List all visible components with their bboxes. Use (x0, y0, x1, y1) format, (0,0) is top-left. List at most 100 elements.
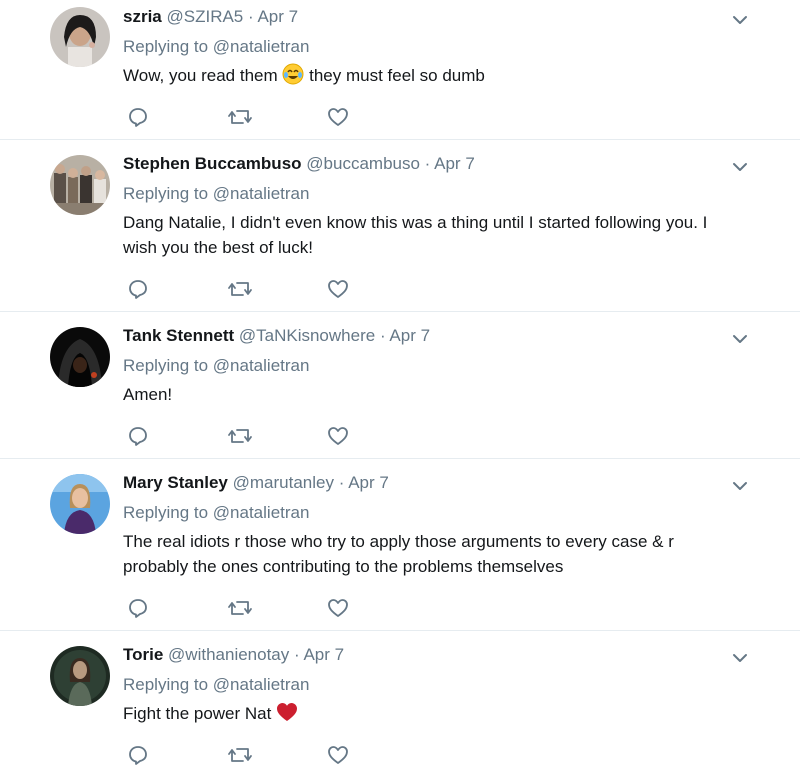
reply-icon (129, 280, 147, 299)
avatar[interactable] (50, 474, 110, 534)
replying-to-label: Replying to (123, 356, 209, 375)
avatar[interactable] (50, 7, 110, 67)
tweet[interactable]: Mary Stanley @marutanley · Apr 7 Replyin… (0, 459, 800, 631)
reply-icon (129, 599, 147, 618)
reply-icon (129, 108, 147, 127)
reply-button[interactable] (127, 744, 227, 766)
separator-dot: · (294, 645, 300, 664)
replying-to-label: Replying to (123, 503, 209, 522)
like-button[interactable] (327, 425, 427, 447)
replying-to: Replying to @natalietran (123, 503, 740, 523)
tweet-header: Torie @withanienotay · Apr 7 (123, 645, 740, 665)
retweet-button[interactable] (227, 278, 327, 300)
tweet-actions (127, 106, 427, 128)
avatar[interactable] (50, 327, 110, 387)
display-name[interactable]: szria (123, 7, 162, 26)
replying-to-label: Replying to (123, 37, 209, 56)
mention-link[interactable]: @natalietran (213, 37, 310, 56)
tweet-text: Amen! (123, 385, 173, 404)
retweet-icon (228, 429, 252, 443)
reply-button[interactable] (127, 597, 227, 619)
tweet-actions (127, 425, 427, 447)
display-name[interactable]: Mary Stanley (123, 473, 228, 492)
replying-to: Replying to @natalietran (123, 184, 740, 204)
retweet-button[interactable] (227, 744, 327, 766)
like-button[interactable] (327, 744, 427, 766)
tweet-text: Wow, you read them they must feel so dum… (123, 63, 740, 92)
display-name[interactable]: Tank Stennett (123, 326, 234, 345)
chevron-down-icon[interactable] (730, 648, 750, 668)
replying-to: Replying to @natalietran (123, 356, 740, 376)
display-name[interactable]: Stephen Buccambuso (123, 154, 302, 173)
mention-link[interactable]: @natalietran (213, 184, 310, 203)
reply-button[interactable] (127, 278, 227, 300)
replying-to: Replying to @natalietran (123, 37, 740, 57)
retweet-icon (228, 282, 252, 296)
user-handle[interactable]: @marutanley (233, 473, 334, 492)
reply-icon (129, 746, 147, 765)
mention-link[interactable]: @natalietran (213, 675, 310, 694)
separator-dot: · (248, 7, 254, 26)
user-handle[interactable]: @TaNKisnowhere (239, 326, 375, 345)
tweet-actions (127, 278, 427, 300)
retweet-button[interactable] (227, 597, 327, 619)
like-button[interactable] (327, 597, 427, 619)
tweet[interactable]: Stephen Buccambuso @buccambuso · Apr 7 R… (0, 140, 800, 312)
like-button[interactable] (327, 278, 427, 300)
tweet[interactable]: Torie @withanienotay · Apr 7 Replying to… (0, 631, 800, 771)
tweet[interactable]: szria @SZIRA5 · Apr 7 Replying to @natal… (0, 0, 800, 140)
chevron-down-icon[interactable] (730, 10, 750, 30)
timestamp[interactable]: Apr 7 (389, 326, 430, 345)
tweet-text-line: The real idiots r those who try to apply… (123, 532, 674, 551)
heart-icon (328, 427, 348, 445)
tweet-header: szria @SZIRA5 · Apr 7 (123, 7, 740, 27)
replying-to: Replying to @natalietran (123, 675, 740, 695)
chevron-down-icon[interactable] (730, 157, 750, 177)
display-name[interactable]: Torie (123, 645, 163, 664)
separator-dot: · (338, 473, 345, 492)
timestamp[interactable]: Apr 7 (348, 473, 389, 492)
tweet-text-part: they must feel so dumb (309, 66, 485, 85)
tweet-text-part: Wow, you read them (123, 66, 278, 85)
replying-to-label: Replying to (123, 184, 209, 203)
tweet-text: Fight the power Nat (123, 701, 740, 730)
chevron-down-icon[interactable] (730, 476, 750, 496)
tweet-header: Tank Stennett @TaNKisnowhere · Apr 7 (123, 326, 740, 346)
tweet[interactable]: Tank Stennett @TaNKisnowhere · Apr 7 Rep… (0, 312, 800, 459)
heart-icon (328, 746, 348, 764)
user-handle[interactable]: @buccambuso (306, 154, 420, 173)
mention-link[interactable]: @natalietran (213, 356, 310, 375)
user-handle[interactable]: @SZIRA5 (166, 7, 243, 26)
tweet-text: Dang Natalie, I didn't even know this wa… (123, 210, 740, 260)
tweet-text-line: Dang Natalie, I didn't even know this wa… (123, 213, 708, 232)
tweet-text-line: wish you the best of luck! (123, 238, 313, 257)
face-with-tears-of-joy-icon (282, 63, 304, 92)
like-button[interactable] (327, 106, 427, 128)
reply-icon (129, 427, 147, 446)
timestamp[interactable]: Apr 7 (434, 154, 475, 173)
avatar[interactable] (50, 155, 110, 215)
retweet-button[interactable] (227, 425, 327, 447)
heart-icon (328, 108, 348, 126)
avatar[interactable] (50, 646, 110, 706)
separator-dot: · (379, 326, 386, 345)
retweet-button[interactable] (227, 106, 327, 128)
timestamp[interactable]: Apr 7 (303, 645, 344, 664)
heart-icon (328, 599, 348, 617)
tweet-actions (127, 744, 427, 766)
timestamp[interactable]: Apr 7 (257, 7, 298, 26)
tweet-text-line: probably the ones contributing to the pr… (123, 557, 564, 576)
tweet-text: The real idiots r those who try to apply… (123, 529, 740, 579)
reply-button[interactable] (127, 425, 227, 447)
tweet-header: Mary Stanley @marutanley · Apr 7 (123, 473, 740, 493)
red-heart-icon (276, 701, 298, 730)
reply-button[interactable] (127, 106, 227, 128)
retweet-icon (228, 110, 252, 124)
chevron-down-icon[interactable] (730, 329, 750, 349)
heart-icon (328, 280, 348, 298)
user-handle[interactable]: @withanienotay (168, 645, 289, 664)
retweet-icon (228, 601, 252, 615)
tweet-header: Stephen Buccambuso @buccambuso · Apr 7 (123, 154, 740, 174)
separator-dot: · (424, 154, 431, 173)
mention-link[interactable]: @natalietran (213, 503, 310, 522)
